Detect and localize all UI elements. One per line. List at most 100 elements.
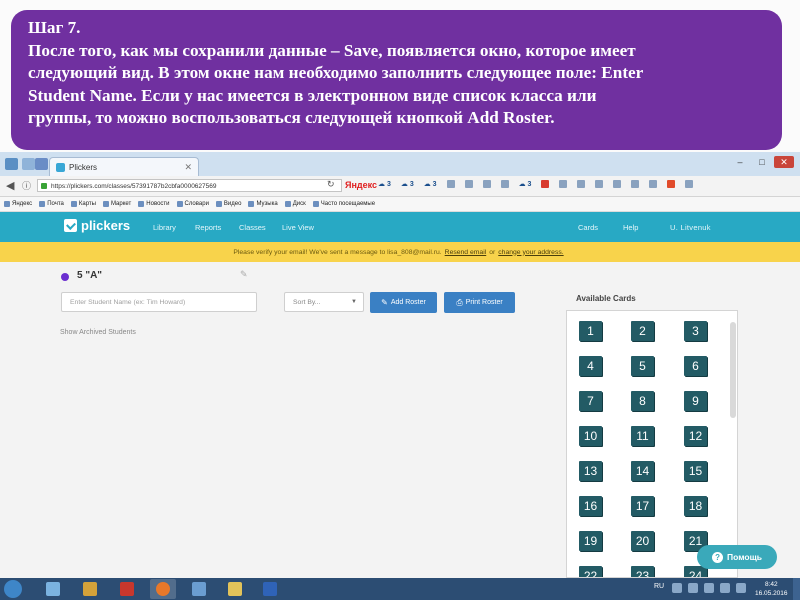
card-18[interactable]: 18 [684,496,707,516]
download-icon[interactable] [595,180,604,188]
bookmark-tab-icon[interactable] [35,158,48,170]
clipboard-icon[interactable] [446,180,455,188]
taskbar-app-firefox[interactable] [150,579,176,599]
card-17[interactable]: 17 [631,496,654,516]
card-14[interactable]: 14 [631,461,654,481]
tray-icon-1[interactable] [672,583,682,593]
bookmark-video[interactable]: Видео [216,201,242,207]
show-desktop-button[interactable] [793,578,800,600]
nav-help[interactable]: Help [623,223,638,232]
resend-email-link[interactable]: Resend email [445,249,487,256]
weather-icon-1[interactable]: ☁ 3 [378,180,391,188]
card-2[interactable]: 2 [631,321,654,341]
home-icon[interactable] [613,180,622,188]
weather-icon-2[interactable]: ☁ 3 [401,180,414,188]
shield-icon[interactable] [631,180,640,188]
pocket-icon[interactable] [464,180,473,188]
flag-icon[interactable] [736,583,746,593]
clock-time: 8:42 [764,581,778,588]
taskbar-app-6[interactable] [222,579,248,599]
close-tab-icon[interactable]: ✕ [184,162,192,173]
start-icon[interactable] [4,580,22,598]
back-icon[interactable]: ◀ [6,179,14,192]
taskbar-app-5[interactable] [186,579,212,599]
weather-icon-3[interactable]: ☁ 3 [424,180,437,188]
card-12[interactable]: 12 [684,426,707,446]
card-10[interactable]: 10 [579,426,602,446]
show-archived-link[interactable]: Show Archived Students [60,329,136,336]
card-11[interactable]: 11 [631,426,654,446]
bookmark-music[interactable]: Музыка [248,201,277,207]
word-icon [263,582,277,596]
card-15[interactable]: 15 [684,461,707,481]
send-icon[interactable] [500,180,509,188]
card-1[interactable]: 1 [579,321,602,341]
card-19[interactable]: 19 [579,531,602,551]
volume-icon[interactable] [720,583,730,593]
card-8[interactable]: 8 [631,391,654,411]
bookmark-disk[interactable]: Диск [285,201,306,207]
translate-icon[interactable] [482,180,491,188]
sound-icon[interactable] [649,180,658,188]
bookmark-most-visited[interactable]: Часто посещаемые [313,201,375,207]
print-roster-button[interactable]: ⎙ Print Roster [444,292,515,313]
reload-icon[interactable]: ↻ [327,179,335,190]
window-controls: – □ ✕ [730,156,794,168]
taskbar-app-3[interactable] [114,579,140,599]
bookmark-maps[interactable]: Карты [71,201,96,207]
nav-live-view[interactable]: Live View [282,223,314,232]
card-23[interactable]: 23 [631,566,654,577]
tray-icon-2[interactable] [688,583,698,593]
change-address-link[interactable]: change your address. [498,249,563,256]
yandex-search[interactable]: Яндекс [345,180,377,190]
available-cards-title: Available Cards [576,294,636,303]
browser-tab-plickers[interactable]: Plickers ✕ [49,157,199,176]
taskbar-app-7[interactable] [257,579,283,599]
card-20[interactable]: 20 [631,531,654,551]
student-name-input[interactable] [61,292,257,312]
bookmark-dictionaries[interactable]: Словари [177,201,209,207]
card-3[interactable]: 3 [684,321,707,341]
pencil-icon[interactable]: ✎ [240,269,248,280]
bookmark-market[interactable]: Маркет [103,201,131,207]
info-icon[interactable]: ⓘ [22,179,31,192]
add-roster-button[interactable]: ✎ Add Roster [370,292,437,313]
window-icon[interactable] [22,158,35,170]
close-window-icon[interactable]: ✕ [774,156,794,168]
url-field[interactable]: https://plickers.com/classes/57391787b2c… [37,179,342,192]
smile-icon[interactable] [559,180,568,188]
help-button[interactable]: ? Помощь [697,545,777,569]
menu-icon[interactable] [685,180,694,188]
nav-classes[interactable]: Classes [239,223,266,232]
taskbar-clock[interactable]: 8:42 16.05.2016 [755,580,788,598]
maximize-icon[interactable]: □ [752,156,772,168]
cards-scrollbar[interactable] [730,322,736,418]
bookmark-news[interactable]: Новости [138,201,169,207]
nav-reports[interactable]: Reports [195,223,221,232]
bookmark-yandex[interactable]: Яндекс [4,201,32,207]
card-4[interactable]: 4 [579,356,602,376]
card-16[interactable]: 16 [579,496,602,516]
plickers-logo[interactable]: plickers [64,218,130,233]
card-22[interactable]: 22 [579,566,602,577]
bookmark-mail[interactable]: Почта [39,201,64,207]
card-6[interactable]: 6 [684,356,707,376]
language-indicator[interactable]: RU [654,583,664,590]
card-13[interactable]: 13 [579,461,602,481]
nav-cards[interactable]: Cards [578,223,598,232]
card-9[interactable]: 9 [684,391,707,411]
user-menu[interactable]: U. Litvenuk [670,223,711,232]
ext-icon[interactable] [667,180,676,188]
network-icon[interactable] [704,583,714,593]
minimize-icon[interactable]: – [730,156,750,168]
card-5[interactable]: 5 [631,356,654,376]
taskbar-app-2[interactable] [77,579,103,599]
taskbar-app-1[interactable] [40,579,66,599]
weather-icon-4[interactable]: ☁ 3 [519,180,532,188]
nav-library[interactable]: Library [153,223,176,232]
sort-by-select[interactable]: Sort By... ▼ [284,292,364,312]
card-7[interactable]: 7 [579,391,602,411]
panorama-icon[interactable] [5,158,18,170]
abp-icon[interactable] [541,180,550,188]
cloud-icon[interactable] [577,180,586,188]
